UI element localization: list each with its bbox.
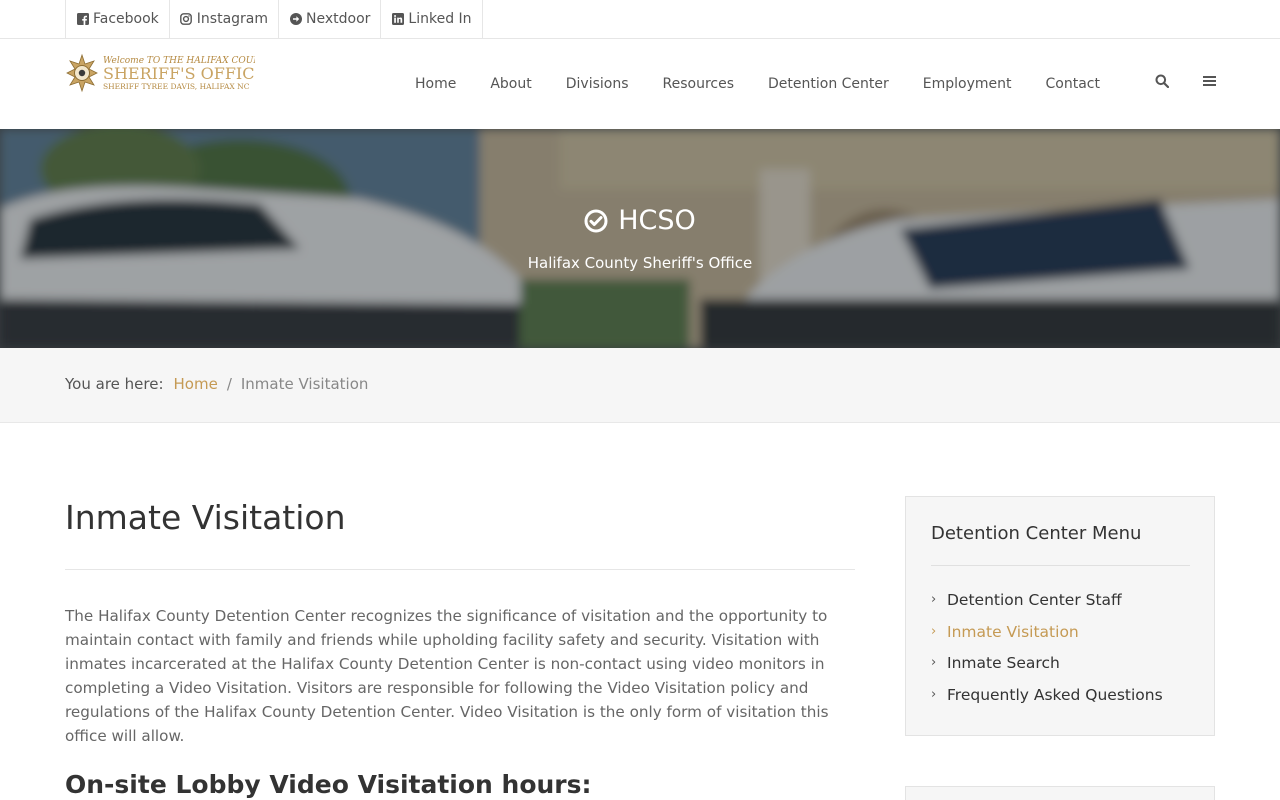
hero-title: HCSO bbox=[0, 205, 1280, 236]
chevron-right-icon: › bbox=[931, 655, 937, 670]
chevron-right-icon: › bbox=[931, 686, 937, 702]
logo-line2: SHERIFF'S OFFICE bbox=[103, 64, 255, 83]
sidebar-item-label: Inmate Visitation bbox=[947, 622, 1079, 641]
hero-subtitle: Halifax County Sheriff's Office bbox=[527, 254, 753, 272]
linkedin-label: Linked In bbox=[408, 11, 472, 27]
detention-center-menu: Detention Center Menu › Detention Center… bbox=[905, 496, 1215, 736]
facebook-link[interactable]: Facebook bbox=[66, 0, 170, 38]
breadcrumb-prefix: You are here: bbox=[65, 375, 164, 393]
instagram-link[interactable]: Instagram bbox=[170, 0, 280, 38]
sidebar-title: Detention Center Menu bbox=[931, 523, 1142, 544]
instagram-icon bbox=[180, 13, 193, 26]
nav-detention-center[interactable]: Detention Center bbox=[751, 76, 906, 92]
hero-title-text: HCSO bbox=[618, 205, 696, 236]
logo-line3: SHERIFF TYREE DAVIS, HALIFAX NC bbox=[103, 82, 250, 91]
intro-paragraph: The Halifax County Detention Center reco… bbox=[65, 607, 829, 745]
nav-contact[interactable]: Contact bbox=[1029, 76, 1117, 92]
site-logo[interactable]: Welcome TO THE HALIFAX COUNTY SHERIFF'S … bbox=[65, 52, 255, 96]
search-icon[interactable] bbox=[1154, 73, 1170, 89]
sheriff-star-icon bbox=[66, 53, 98, 93]
breadcrumb-home-link[interactable]: Home bbox=[174, 375, 218, 393]
facebook-square-icon bbox=[76, 13, 89, 26]
linkedin-link[interactable]: Linked In bbox=[381, 0, 483, 38]
breadcrumb-current: Inmate Visitation bbox=[240, 375, 369, 393]
hero-overlay bbox=[0, 129, 1280, 348]
chevron-right-icon: › bbox=[931, 623, 937, 639]
nav-employment[interactable]: Employment bbox=[906, 76, 1029, 92]
visitation-hours-heading: On-site Lobby Video Visitation hours: bbox=[65, 770, 592, 799]
breadcrumb-separator: / bbox=[226, 375, 232, 393]
title-divider bbox=[65, 569, 855, 570]
check-circle-icon bbox=[584, 209, 608, 233]
sidebar-item-label: Detention Center Staff bbox=[947, 591, 1122, 609]
hero-banner: HCSO Halifax County Sheriff's Office bbox=[0, 129, 1280, 348]
menu-icon[interactable] bbox=[1201, 73, 1217, 89]
arrow-circle-right-icon bbox=[289, 13, 302, 26]
site-header: Welcome TO THE HALIFAX COUNTY SHERIFF'S … bbox=[0, 39, 1280, 129]
sidebar-menu-list: › Detention Center Staff › Inmate Visita… bbox=[931, 591, 1163, 717]
linkedin-square-icon bbox=[391, 13, 404, 26]
page-title: Inmate Visitation bbox=[65, 498, 346, 537]
social-bar: Facebook Instagram Nextdoor Linked In bbox=[0, 0, 1280, 39]
nextdoor-label: Nextdoor bbox=[306, 11, 371, 27]
main-nav: Home About Divisions Resources Detention… bbox=[398, 39, 1117, 129]
nav-resources[interactable]: Resources bbox=[646, 76, 752, 92]
nav-home[interactable]: Home bbox=[398, 76, 473, 92]
nextdoor-link[interactable]: Nextdoor bbox=[279, 0, 382, 38]
nav-about[interactable]: About bbox=[473, 76, 548, 92]
sidebar-item-label: Inmate Search bbox=[947, 654, 1060, 672]
sidebar-item-faq[interactable]: › Frequently Asked Questions bbox=[931, 686, 1163, 718]
facebook-label: Facebook bbox=[93, 11, 159, 27]
sidebar-item-inmate-visitation[interactable]: › Inmate Visitation bbox=[931, 623, 1163, 655]
breadcrumb: You are here: Home / Inmate Visitation bbox=[65, 375, 368, 393]
chevron-right-icon: › bbox=[931, 592, 937, 607]
sidebar-item-inmate-search[interactable]: › Inmate Search bbox=[931, 654, 1163, 686]
instagram-label: Instagram bbox=[196, 11, 269, 27]
breadcrumb-bar: You are here: Home / Inmate Visitation bbox=[0, 348, 1280, 423]
sidebar-item-label: Frequently Asked Questions bbox=[947, 685, 1163, 704]
sidebar-divider bbox=[931, 565, 1190, 566]
sidebar-item-detention-center-staff[interactable]: › Detention Center Staff bbox=[931, 591, 1163, 623]
social-links: Facebook Instagram Nextdoor Linked In bbox=[65, 0, 483, 38]
sidebar-widget-2 bbox=[905, 786, 1215, 800]
nav-divisions[interactable]: Divisions bbox=[549, 76, 646, 92]
